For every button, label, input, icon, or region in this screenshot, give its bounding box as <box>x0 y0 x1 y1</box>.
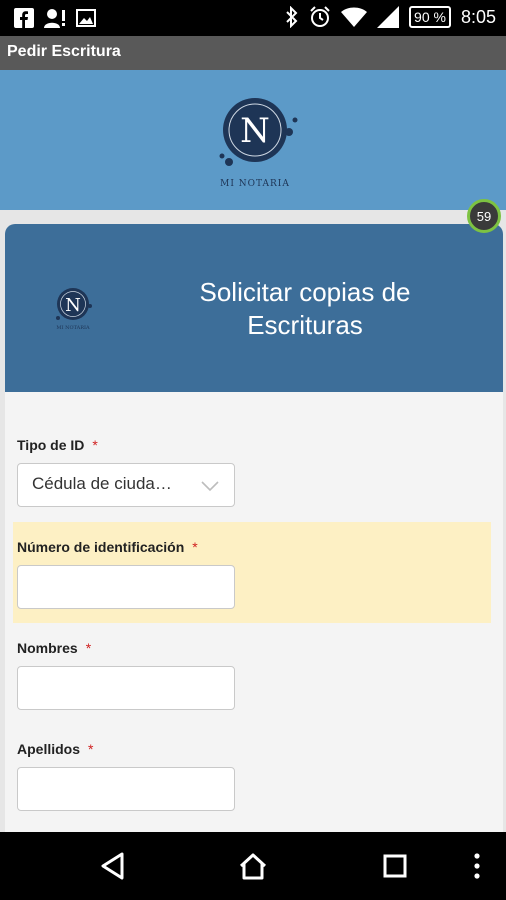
numero-id-label: Número de identificación * <box>17 539 198 555</box>
home-icon[interactable] <box>238 851 268 881</box>
numero-id-label-text: Número de identificación <box>17 539 185 555</box>
counter-badge[interactable]: 59 <box>467 199 501 233</box>
nombres-label: Nombres * <box>17 640 91 656</box>
system-indicators: 90 % 8:05 <box>285 6 496 28</box>
apellidos-label-text: Apellidos <box>17 741 81 757</box>
card-header: N MI NOTARIA Solicitar copias de Escritu… <box>5 224 503 392</box>
logo-text: MI NOTARIA <box>220 179 290 189</box>
app-title: Pedir Escritura <box>7 43 121 60</box>
apellidos-input[interactable] <box>17 767 235 811</box>
recent-apps-icon[interactable] <box>380 851 410 881</box>
battery-indicator: 90 % <box>409 6 451 28</box>
card-title-line2: Escrituras <box>247 310 363 340</box>
tipo-id-label: Tipo de ID * <box>17 437 98 453</box>
card-logo-letter: N <box>65 295 81 316</box>
logo-letter: N <box>240 111 270 151</box>
tipo-id-selected-value: Cédula de ciuda… <box>32 474 172 493</box>
apellidos-label: Apellidos * <box>17 741 93 757</box>
overflow-menu-icon[interactable] <box>465 851 489 881</box>
required-mark: * <box>88 741 94 757</box>
nombres-input[interactable] <box>17 666 235 710</box>
app-bar: Pedir Escritura <box>0 36 506 70</box>
required-mark: * <box>92 437 98 453</box>
required-mark: * <box>192 539 198 555</box>
chevron-down-icon <box>201 481 219 492</box>
content-area[interactable]: N MI NOTARIA Solicitar copias de Escritu… <box>0 210 506 832</box>
card-title: Solicitar copias de Escrituras <box>160 276 450 342</box>
required-mark: * <box>85 640 92 656</box>
nombres-label-text: Nombres <box>17 640 78 656</box>
card-logo-text: MI NOTARIA <box>56 325 90 331</box>
image-icon <box>76 9 96 27</box>
alarm-icon <box>310 6 330 27</box>
navigation-bar <box>0 832 506 900</box>
card-logo: N MI NOTARIA <box>56 288 92 331</box>
tipo-id-select[interactable]: Cédula de ciuda… <box>17 463 235 507</box>
facebook-icon <box>14 8 34 28</box>
status-bar: 90 % 8:05 <box>0 0 506 36</box>
bluetooth-icon <box>286 6 298 28</box>
wifi-icon <box>341 7 368 27</box>
user-alert-icon <box>44 9 65 28</box>
notification-icons <box>14 8 96 28</box>
mi-notaria-logo: N MI NOTARIA <box>219 98 298 189</box>
tipo-id-label-text: Tipo de ID <box>17 437 85 453</box>
back-icon[interactable] <box>98 851 128 881</box>
header-banner: N MI NOTARIA <box>0 70 506 210</box>
signal-icon <box>377 6 400 28</box>
card-title-line1: Solicitar copias de <box>199 277 411 307</box>
numero-id-input[interactable] <box>17 565 235 609</box>
form-card: N MI NOTARIA Solicitar copias de Escritu… <box>5 224 503 832</box>
clock: 8:05 <box>460 6 496 27</box>
